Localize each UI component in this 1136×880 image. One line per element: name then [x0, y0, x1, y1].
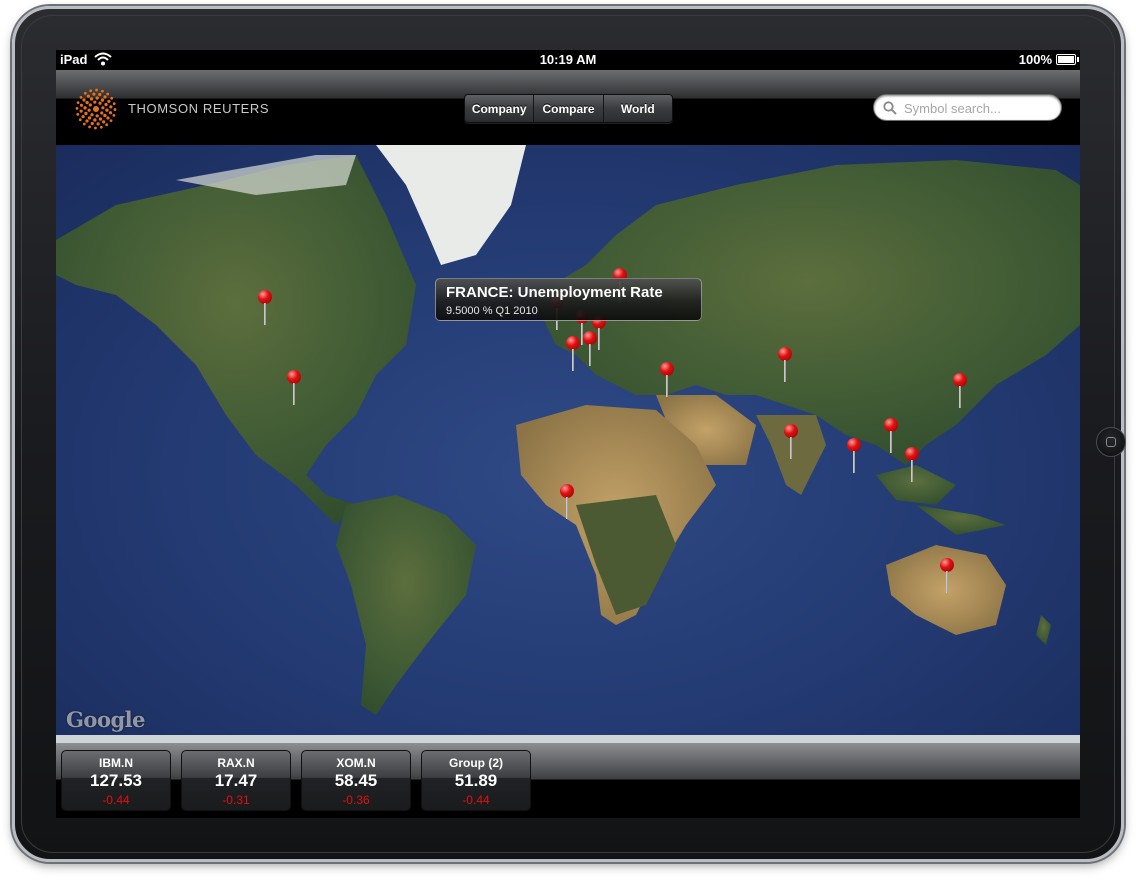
world-map[interactable]: FRANCE: Unemployment Rate 9.5000 % Q1 20… — [56, 145, 1080, 743]
ticker-change: -0.36 — [342, 793, 370, 807]
ticker-symbol: IBM.N — [99, 756, 133, 770]
ticker-change: -0.44 — [102, 793, 130, 807]
screen: iPad 10:19 AM 100% THOMSON REUTERS Compa… — [56, 50, 1080, 818]
section-tabs: Company Compare World — [464, 94, 673, 123]
home-square-icon — [1106, 437, 1116, 447]
tab-world[interactable]: World — [602, 95, 672, 122]
ticker-tile[interactable]: XOM.N 58.45 -0.36 — [301, 750, 411, 811]
tab-company[interactable]: Company — [465, 95, 534, 122]
ticker-symbol: Group (2) — [449, 756, 503, 770]
map-pin[interactable] — [559, 484, 575, 530]
ticker-bar: IBM.N 127.53 -0.44 RAX.N 17.47 -0.31 XOM… — [56, 743, 1080, 818]
nav-bar: THOMSON REUTERS Company Compare World — [56, 70, 1080, 145]
thomson-reuters-logo-icon — [75, 88, 117, 130]
map-pin[interactable] — [846, 438, 862, 484]
map-pin[interactable] — [952, 373, 968, 419]
ticker-symbol: RAX.N — [217, 756, 255, 770]
map-pin[interactable] — [904, 447, 920, 493]
map-pin[interactable] — [565, 336, 581, 382]
ticker-symbol: XOM.N — [336, 756, 376, 770]
google-attribution-logo: Google — [66, 707, 145, 732]
ticker-change: -0.44 — [462, 793, 490, 807]
callout-title: FRANCE: Unemployment Rate — [446, 284, 663, 301]
status-bar: iPad 10:19 AM 100% — [56, 50, 1080, 70]
map-pin[interactable] — [257, 290, 273, 336]
ticker-change: -0.31 — [222, 793, 250, 807]
ticker-price: 58.45 — [334, 771, 378, 790]
map-pin[interactable] — [777, 347, 793, 393]
map-pin[interactable] — [286, 370, 302, 416]
ticker-tile[interactable]: IBM.N 127.53 -0.44 — [61, 750, 171, 811]
map-pin[interactable] — [883, 418, 899, 464]
ticker-tile[interactable]: RAX.N 17.47 -0.31 — [181, 750, 291, 811]
home-button[interactable] — [1096, 427, 1126, 457]
map-pin[interactable] — [939, 558, 955, 604]
map-callout[interactable]: FRANCE: Unemployment Rate 9.5000 % Q1 20… — [435, 278, 702, 321]
ticker-price: 17.47 — [214, 771, 258, 790]
status-time: 10:19 AM — [539, 52, 597, 67]
symbol-search[interactable] — [873, 94, 1062, 121]
callout-subtitle: 9.5000 % Q1 2010 — [446, 305, 538, 317]
map-pin[interactable] — [783, 424, 799, 470]
ticker-price: 127.53 — [90, 771, 142, 790]
brand-name: THOMSON REUTERS — [128, 101, 270, 116]
battery-percent: 100% — [1018, 52, 1052, 67]
map-pin[interactable] — [659, 362, 675, 408]
battery-icon — [1056, 54, 1079, 65]
map-landmass — [56, 145, 1080, 743]
search-icon — [883, 101, 897, 115]
ticker-tile[interactable]: Group (2) 51.89 -0.44 — [421, 750, 531, 811]
map-pin[interactable] — [582, 331, 598, 377]
tab-compare[interactable]: Compare — [533, 95, 603, 122]
ticker-price: 51.89 — [454, 771, 498, 790]
symbol-search-input[interactable] — [904, 99, 1054, 117]
